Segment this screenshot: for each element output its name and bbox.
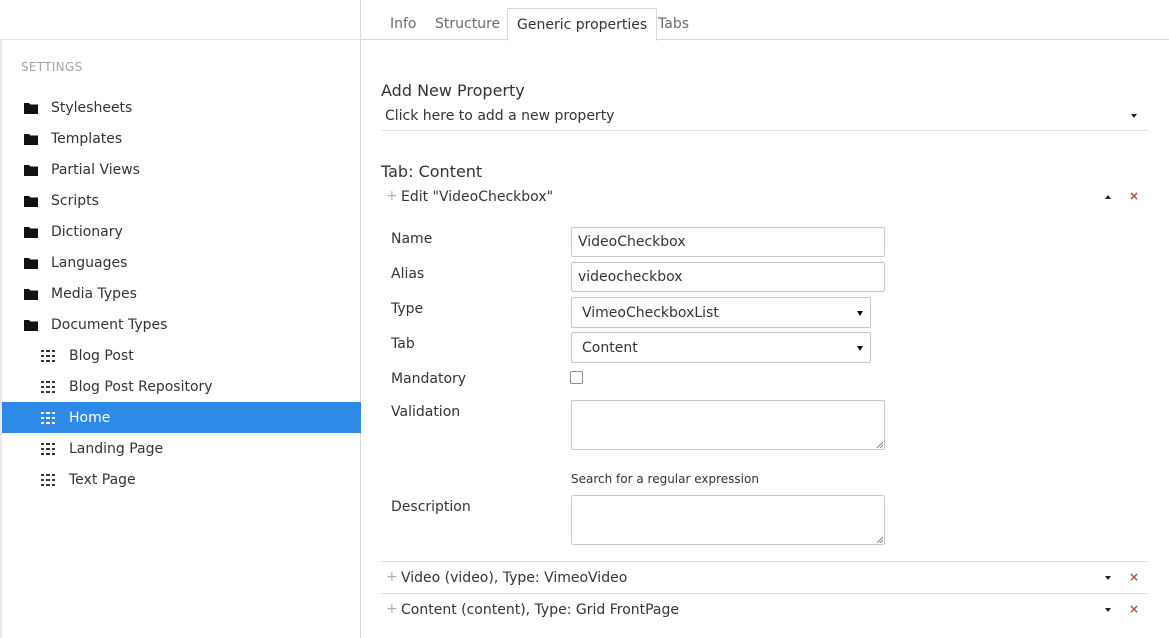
folder-icon [24, 164, 38, 176]
drag-plus-icon[interactable]: + [386, 188, 398, 204]
collapse-icon[interactable] [1105, 195, 1111, 199]
resize-handle-icon[interactable] [876, 536, 883, 543]
tab-select-value: Content [582, 340, 638, 356]
type-select-value: VimeoCheckboxList [582, 305, 719, 321]
description-textarea[interactable] [571, 495, 885, 545]
description-label: Description [391, 499, 471, 515]
tree-item-landing-page[interactable]: Landing Page [2, 433, 361, 464]
tree-item-text-page[interactable]: Text Page [2, 464, 361, 495]
tree-item-label: Dictionary [51, 223, 123, 240]
tab-generic-properties[interactable]: Generic properties [507, 8, 658, 41]
property-row-title[interactable]: Content (content), Type: Grid FrontPage [401, 602, 679, 618]
delete-icon[interactable]: × [1129, 189, 1139, 203]
validation-textarea[interactable] [571, 400, 885, 450]
tree-item-blog-post-repository[interactable]: Blog Post Repository [2, 371, 361, 402]
alias-label: Alias [391, 266, 425, 282]
type-select[interactable]: VimeoCheckboxList [571, 297, 871, 328]
tree-item-label: Templates [51, 130, 123, 147]
chevron-down-icon [857, 346, 863, 351]
regex-search-link[interactable]: Search for a regular expression [571, 472, 759, 486]
alias-input[interactable] [571, 262, 885, 292]
tab-info[interactable]: Info [381, 8, 426, 40]
folder-icon [24, 195, 38, 207]
property-row-title[interactable]: Video (video), Type: VimeoVideo [401, 570, 627, 586]
tree-item-label: Partial Views [51, 161, 140, 178]
tree-item-home[interactable]: Home [2, 402, 361, 433]
grid-icon [41, 349, 55, 362]
folder-icon [24, 226, 38, 238]
tree-item-document-types[interactable]: Document Types [2, 309, 361, 340]
type-label: Type [391, 301, 424, 317]
drag-plus-icon[interactable]: + [386, 569, 398, 585]
mandatory-checkbox[interactable] [570, 371, 583, 384]
tree-item-stylesheets[interactable]: Stylesheets [2, 92, 361, 123]
tree-item-languages[interactable]: Languages [2, 247, 361, 278]
tree-item-label: Media Types [51, 285, 137, 302]
tab-content-heading: Tab: Content [381, 162, 483, 181]
sidebar-top [0, 0, 361, 40]
settings-heading: SETTINGS [21, 60, 83, 74]
delete-icon[interactable]: × [1129, 570, 1139, 584]
tree-item-label: Stylesheets [51, 99, 133, 116]
tree-item-dictionary[interactable]: Dictionary [2, 216, 361, 247]
folder-icon [24, 288, 38, 300]
name-input[interactable] [571, 227, 885, 257]
tree-item-label: Document Types [51, 316, 168, 333]
folder-icon [24, 257, 38, 269]
resize-handle-icon[interactable] [876, 441, 883, 448]
tree-item-label: Landing Page [69, 440, 164, 457]
tree-item-label: Home [69, 409, 111, 426]
drag-plus-icon[interactable]: + [386, 601, 398, 617]
chevron-down-icon[interactable] [1105, 608, 1111, 612]
property-row[interactable]: + Content (content), Type: Grid FrontPag… [381, 593, 1148, 625]
folder-icon [24, 133, 38, 145]
add-property-select[interactable]: Click here to add a new property [381, 105, 1148, 131]
tree-item-label: Blog Post Repository [69, 378, 213, 395]
tree-item-label: Scripts [51, 192, 99, 209]
tab-bar: Info Structure Generic properties Tabs [361, 0, 1169, 41]
add-property-heading: Add New Property [381, 81, 525, 100]
tree-item-label: Languages [51, 254, 128, 271]
chevron-down-icon [1131, 114, 1137, 118]
grid-icon [41, 380, 55, 393]
tab-select[interactable]: Content [571, 332, 871, 363]
tree-item-blog-post[interactable]: Blog Post [2, 340, 361, 371]
folder-icon [24, 319, 38, 331]
tree-item-templates[interactable]: Templates [2, 123, 361, 154]
settings-tree: SETTINGS Stylesheets Templates Partial V… [0, 0, 361, 638]
edit-property-title[interactable]: Edit "VideoCheckbox" [401, 189, 553, 205]
tab-label: Tab [391, 336, 415, 352]
add-property-select-label: Click here to add a new property [385, 108, 615, 124]
tree-item-media-types[interactable]: Media Types [2, 278, 361, 309]
grid-icon [41, 473, 55, 486]
name-label: Name [391, 231, 433, 247]
folder-icon [24, 102, 38, 114]
chevron-down-icon [857, 311, 863, 316]
delete-icon[interactable]: × [1129, 602, 1139, 616]
mandatory-label: Mandatory [391, 371, 467, 387]
property-row[interactable]: + Video (video), Type: VimeoVideo × [381, 561, 1148, 593]
tree-item-scripts[interactable]: Scripts [2, 185, 361, 216]
validation-label: Validation [391, 404, 461, 420]
tab-tabs[interactable]: Tabs [649, 8, 698, 40]
grid-icon [41, 442, 55, 455]
tree-item-label: Blog Post [69, 347, 134, 364]
chevron-down-icon[interactable] [1105, 576, 1111, 580]
tab-structure[interactable]: Structure [426, 8, 509, 40]
grid-icon [41, 411, 55, 424]
tree-item-partial-views[interactable]: Partial Views [2, 154, 361, 185]
tree-item-label: Text Page [69, 471, 136, 488]
